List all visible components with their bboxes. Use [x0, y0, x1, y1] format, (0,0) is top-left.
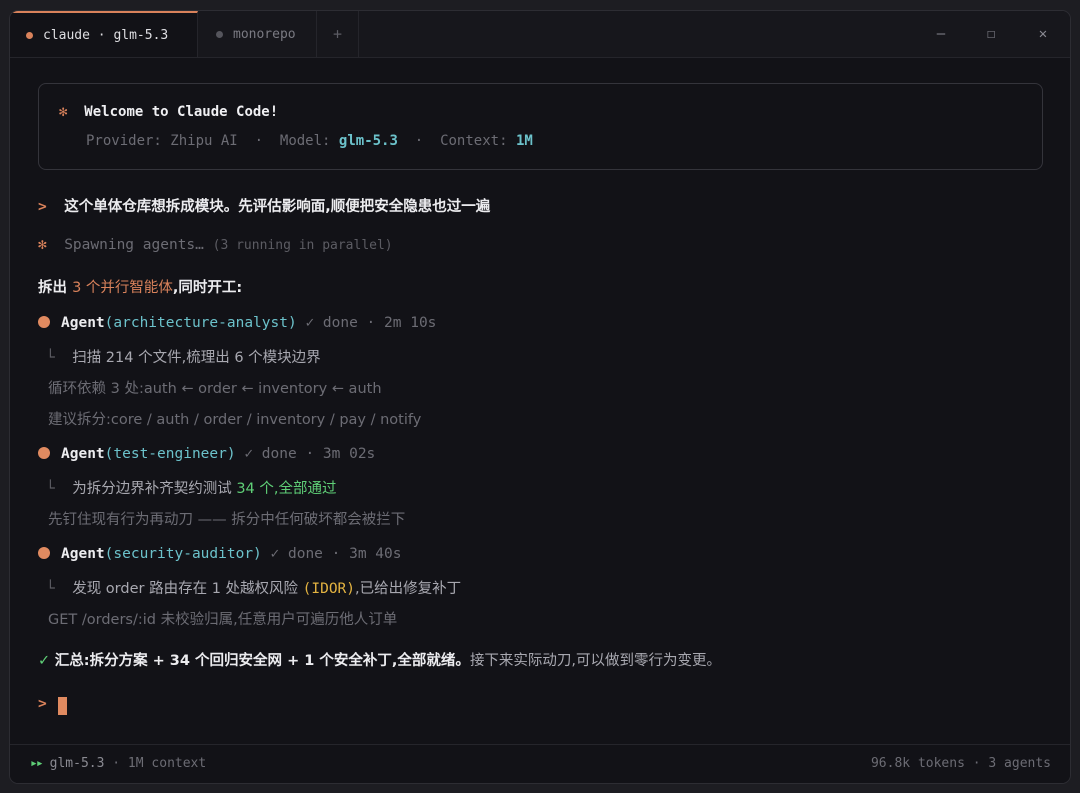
- status-model: glm-5.3: [49, 756, 105, 771]
- summary-line: ✓ 汇总:拆分方案 + 34 个回归安全网 + 1 个安全补丁,全部就绪。接下来…: [38, 649, 721, 670]
- close-icon[interactable]: ✕: [1020, 11, 1066, 57]
- agent-result-highlight: (IDOR): [302, 581, 356, 597]
- summary-rest: 接下来实际动刀,可以做到零行为变更。: [469, 653, 722, 669]
- agent-result: └ 为拆分边界补齐契约测试 34 个,全部通过: [46, 477, 336, 498]
- tree-branch-icon: └: [46, 581, 55, 597]
- agent-name: (test-engineer): [104, 446, 236, 462]
- agent-bullet-icon: [38, 447, 50, 459]
- spawning-text: Spawning agents…: [64, 237, 204, 253]
- provider-label: Provider:: [86, 133, 171, 149]
- agent-status: ✓ done · 3m 02s: [244, 446, 376, 462]
- agent-label: Agent: [61, 546, 105, 562]
- agent-status: ✓ done · 3m 40s: [270, 546, 402, 562]
- status-agents: · 3 agents: [964, 756, 1051, 771]
- agent-result-text: ,已给出修复补丁: [355, 581, 462, 597]
- split-highlight: 3 个并行智能体: [72, 280, 173, 296]
- tab-bar: claude · glm-5.3 monorepo + — ☐ ✕: [10, 11, 1070, 58]
- prompt-symbol: >: [38, 199, 47, 215]
- agent-detail: GET /orders/:id 未校验归属,任意用户可遍历他人订单: [48, 608, 397, 629]
- asterisk-icon: ✻: [38, 237, 47, 253]
- arrows-icon: ▸▸: [30, 756, 44, 771]
- agent-name: (architecture-analyst): [104, 315, 297, 331]
- agent-status: ✓ done · 2m 10s: [305, 315, 437, 331]
- split-suffix: ,同时开工:: [172, 280, 243, 296]
- agent-detail: 建议拆分:core / auth / order / inventory / p…: [48, 408, 421, 429]
- status-left: ▸▸ glm-5.3 · 1M context: [30, 756, 206, 771]
- spawning-line: ✻ Spawning agents… (3 running in paralle…: [38, 237, 393, 253]
- agent-label: Agent: [61, 315, 105, 331]
- user-prompt: 这个单体仓库想拆成模块。先评估影响面,顺便把安全隐患也过一遍: [64, 199, 491, 215]
- agent-detail-text: 先钉住现有行为再动刀 —— 拆分中任何破坏都会被拦下: [48, 512, 406, 528]
- user-prompt-line: > 这个单体仓库想拆成模块。先评估影响面,顺便把安全隐患也过一遍: [38, 195, 490, 216]
- agent-header: Agent(test-engineer) ✓ done · 3m 02s: [38, 446, 375, 462]
- provider-value: Zhipu AI: [170, 133, 238, 149]
- status-right: 96.8k tokens · 3 agents: [871, 756, 1051, 771]
- maximize-icon[interactable]: ☐: [968, 11, 1014, 57]
- agent-bullet-icon: [38, 547, 50, 559]
- context-value: 1M: [515, 133, 533, 149]
- asterisk-icon: ✻: [59, 104, 68, 120]
- tree-branch-icon: └: [46, 350, 55, 366]
- tab-monorepo[interactable]: monorepo: [199, 11, 317, 57]
- model-label: Model:: [279, 133, 339, 149]
- separator: ·: [397, 133, 441, 149]
- summary-bold: 汇总:拆分方案 + 34 个回归安全网 + 1 个安全补丁,全部就绪。: [54, 653, 470, 669]
- agent-result-text: 扫描 214 个文件,梳理出 6 个模块边界: [72, 350, 321, 366]
- separator: ·: [237, 133, 280, 149]
- agent-result: └ 扫描 214 个文件,梳理出 6 个模块边界: [46, 346, 321, 367]
- tab-label: monorepo: [233, 26, 296, 42]
- welcome-title-row: ✻ Welcome to Claude Code!: [59, 104, 278, 120]
- text-cursor: [58, 697, 67, 715]
- input-prompt[interactable]: >: [38, 696, 47, 712]
- status-bar: ▸▸ glm-5.3 · 1M context 96.8k tokens · 3 …: [10, 744, 1070, 783]
- status-context: · 1M context: [104, 756, 207, 771]
- prompt-symbol: >: [38, 696, 47, 712]
- tab-status-dot: [216, 30, 223, 38]
- agent-result-text: 发现 order 路由存在 1 处越权风险: [72, 581, 303, 597]
- agent-bullet-icon: [38, 316, 50, 328]
- model-value: glm-5.3: [338, 133, 398, 149]
- check-icon: ✓: [38, 653, 51, 669]
- agent-label: Agent: [61, 446, 105, 462]
- agent-header: Agent(security-auditor) ✓ done · 3m 40s: [38, 546, 401, 562]
- agent-result: └ 发现 order 路由存在 1 处越权风险 (IDOR),已给出修复补丁: [46, 577, 461, 598]
- new-tab-button[interactable]: +: [317, 11, 359, 57]
- tab-status-dot: [26, 31, 33, 39]
- welcome-box: ✻ Welcome to Claude Code! Provider: Zhip…: [38, 83, 1043, 170]
- agent-result-highlight: 34 个,全部通过: [236, 481, 337, 497]
- welcome-title: Welcome to Claude Code!: [84, 104, 279, 120]
- agent-result-text: 为拆分边界补齐契约测试: [72, 481, 237, 497]
- tab-claude[interactable]: claude · glm-5.3: [10, 11, 198, 57]
- terminal-content[interactable]: ✻ Welcome to Claude Code! Provider: Zhip…: [10, 57, 1070, 745]
- agent-detail: 先钉住现有行为再动刀 —— 拆分中任何破坏都会被拦下: [48, 508, 405, 529]
- agent-detail-text: GET /orders/:id 未校验归属,任意用户可遍历他人订单: [48, 612, 398, 628]
- context-label: Context:: [440, 133, 516, 149]
- tab-label: claude · glm-5.3: [43, 27, 169, 43]
- welcome-info-row: Provider: Zhipu AI · Model: glm-5.3 · Co…: [86, 133, 533, 149]
- terminal-window: claude · glm-5.3 monorepo + — ☐ ✕ ✻ Welc…: [9, 10, 1071, 784]
- agent-detail-text: 循环依赖 3 处:auth ← order ← inventory ← auth: [48, 381, 382, 397]
- spawning-note: (3 running in parallel): [212, 238, 393, 253]
- minimize-icon[interactable]: —: [918, 11, 964, 57]
- split-line: 拆出 3 个并行智能体,同时开工:: [38, 276, 242, 297]
- tree-branch-icon: └: [46, 481, 55, 497]
- agent-header: Agent(architecture-analyst) ✓ done · 2m …: [38, 315, 436, 331]
- agent-detail-text: 建议拆分:core / auth / order / inventory / p…: [48, 412, 422, 428]
- split-prefix: 拆出: [38, 280, 73, 296]
- agent-name: (security-auditor): [104, 546, 262, 562]
- status-tokens: 96.8k tokens: [870, 756, 965, 771]
- agent-detail: 循环依赖 3 处:auth ← order ← inventory ← auth: [48, 377, 382, 398]
